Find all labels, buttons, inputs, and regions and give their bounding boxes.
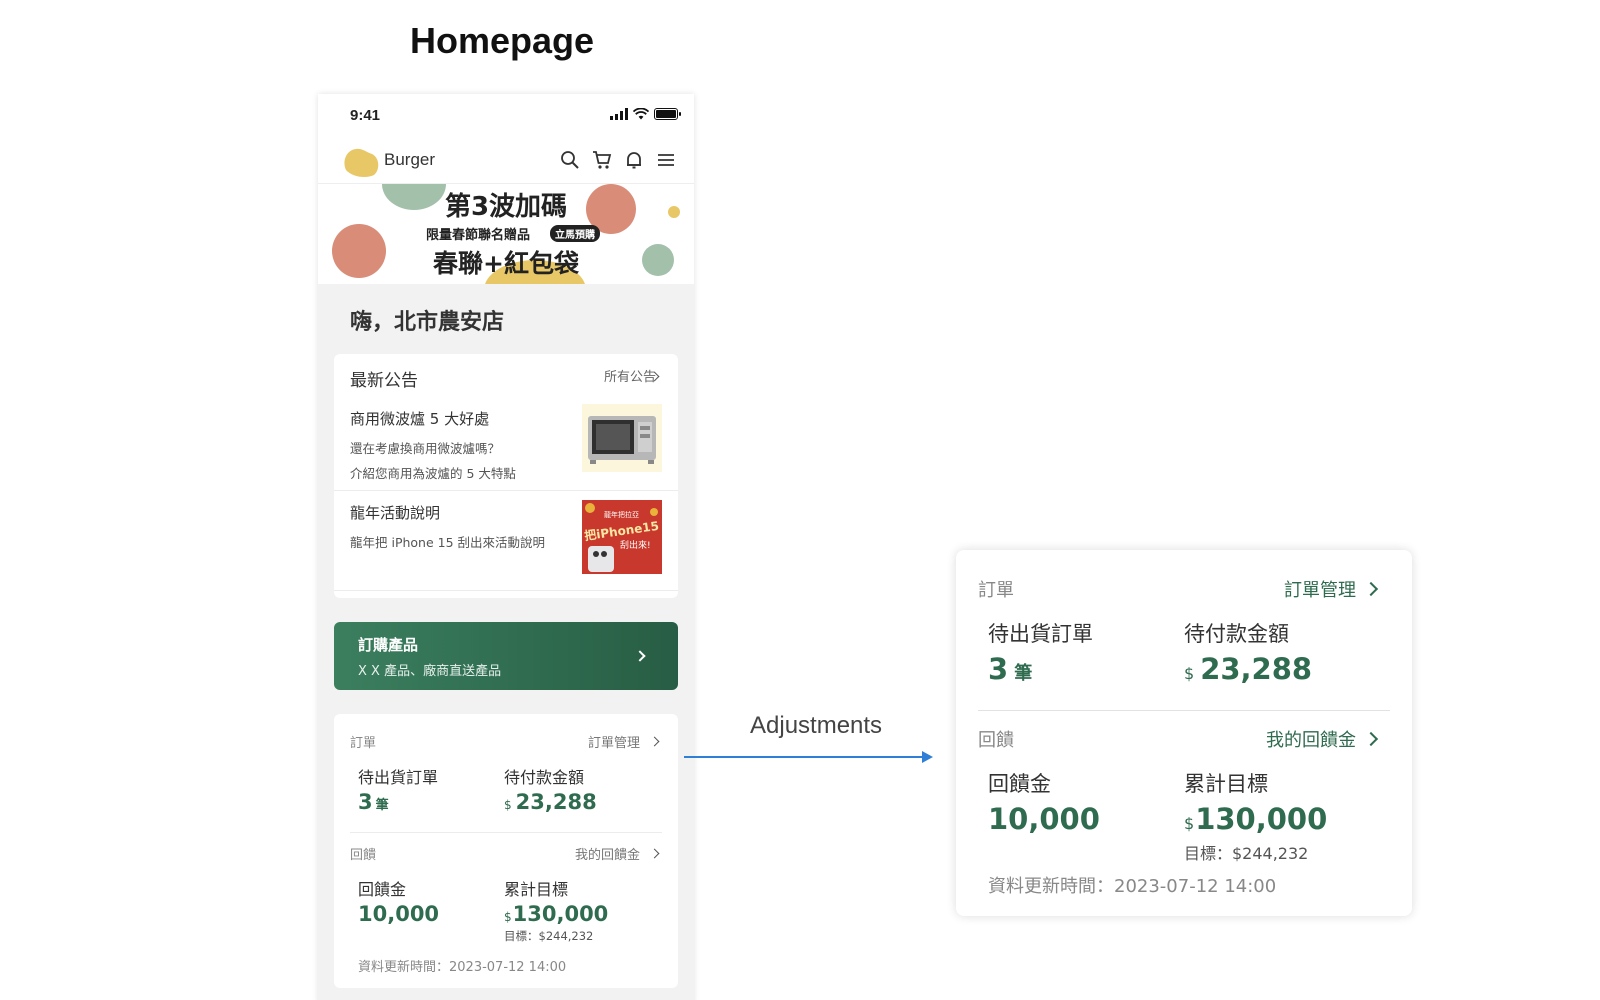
pending-payment-label: 待付款金額 (1184, 622, 1289, 646)
brand-name: Burger (384, 150, 436, 169)
announcements-title: 最新公告 (350, 371, 418, 391)
bell-icon[interactable] (624, 150, 644, 170)
divider (334, 490, 678, 491)
rebate-amount-label: 回饋金 (358, 880, 407, 899)
announcement-desc: 介紹您商用為波爐的 5 大特點 (350, 466, 516, 481)
banner-badge: 立馬預購 (550, 225, 600, 242)
cart-icon[interactable] (592, 150, 612, 170)
currency-symbol: $ (504, 798, 512, 812)
status-time: 9:41 (350, 107, 381, 124)
order-management-link[interactable]: 訂單管理 (1284, 576, 1356, 602)
pending-payment-value: $23,288 (1184, 652, 1312, 686)
adjustments-arrow-line (684, 756, 924, 758)
rebate-amount-value: 10,000 (358, 902, 440, 926)
all-announcements-link[interactable]: 所有公告 (604, 366, 656, 385)
chevron-right-icon (1363, 581, 1379, 597)
iphone-campaign-thumbnail: 龍年把拉亞 把iPhone15 刮出來! (582, 500, 662, 574)
currency-symbol: $ (1184, 664, 1195, 683)
orders-section-label: 訂單 (978, 580, 1014, 601)
pending-payment-amount: 23,288 (515, 790, 597, 814)
announcement-desc: 還在考慮換商用微波爐嗎？ (350, 441, 501, 456)
cumulative-target-label: 累計目標 (504, 880, 569, 899)
cumulative-amount: 130,000 (512, 902, 609, 926)
pending-shipment-value: 3筆 (358, 790, 389, 814)
announcement-item[interactable]: 商用微波爐 5 大好處 還在考慮換商用微波爐嗎？ 介紹您商用為波爐的 5 大特點 (334, 404, 678, 492)
promo-banner[interactable]: 第3波加碼 限量春節聯名贈品 立馬預購 春聯+紅包袋 (318, 184, 694, 284)
chevron-right-icon (649, 736, 660, 747)
divider (978, 710, 1390, 711)
divider (334, 590, 678, 591)
status-bar: 9:41 (318, 94, 694, 138)
my-rebate-link[interactable]: 我的回饋金 (1266, 726, 1356, 752)
divider (350, 832, 662, 833)
rebate-amount-value: 10,000 (988, 802, 1100, 836)
signal-icon (610, 108, 628, 120)
phone-mockup: 9:41 Burger 第3波加碼 限量春節聯名贈品 立馬預購 春聯+紅包袋 嗨… (318, 94, 694, 1000)
announcement-desc: 龍年把 iPhone 15 刮出來活動說明 (350, 535, 546, 550)
cumulative-target-value: $130,000 (1184, 802, 1327, 836)
banner-subline: 限量春節聯名贈品 (426, 228, 531, 243)
updated-time: 資料更新時間：2023-07-12 14:00 (988, 876, 1277, 897)
chevron-right-icon (634, 650, 646, 662)
order-products-title: 訂購產品 (358, 636, 419, 654)
pending-shipment-count: 3 (988, 652, 1009, 686)
cumulative-target-label: 累計目標 (1184, 772, 1268, 796)
app-bar-actions (560, 150, 676, 170)
thumb-text: 刮出來! (620, 541, 651, 551)
menu-icon[interactable] (656, 150, 676, 170)
pending-shipment-value: 3筆 (988, 652, 1032, 686)
microwave-thumbnail (582, 404, 662, 472)
announcement-title: 龍年活動說明 (350, 504, 441, 522)
currency-symbol: $ (1184, 814, 1195, 833)
thumb-text: 龍年把拉亞 (604, 511, 639, 519)
summary-card: 訂單 訂單管理 待出貨訂單 3筆 待付款金額 $23,288 回饋 我的回饋金 … (334, 714, 678, 988)
cumulative-amount: 130,000 (1195, 802, 1328, 836)
search-icon[interactable] (560, 150, 580, 170)
orders-section-label: 訂單 (350, 736, 377, 751)
store-greeting: 嗨，北市農安店 (350, 310, 505, 335)
pending-payment-amount: 23,288 (1200, 652, 1313, 686)
my-rebate-link[interactable]: 我的回饋金 (575, 844, 640, 863)
battery-icon (654, 108, 681, 120)
updated-time: 資料更新時間：2023-07-12 14:00 (358, 960, 567, 975)
count-unit: 筆 (1014, 663, 1033, 684)
count-unit: 筆 (375, 798, 389, 813)
rebate-section-label: 回饋 (978, 730, 1014, 751)
chevron-right-icon (649, 848, 660, 859)
pending-payment-value: $23,288 (504, 790, 597, 814)
order-products-button[interactable]: 訂購產品 X X 產品、廠商直送產品 (334, 622, 678, 690)
currency-symbol: $ (504, 910, 512, 924)
wifi-icon (633, 108, 649, 120)
order-management-link[interactable]: 訂單管理 (588, 732, 640, 751)
banner-headline: 第3波加碼 (444, 192, 568, 222)
target-text: 目標：$244,232 (504, 929, 594, 943)
announcement-item[interactable]: 龍年活動說明 龍年把 iPhone 15 刮出來活動說明 龍年把拉亞 把iPho… (334, 500, 678, 586)
announcements-card: 最新公告 所有公告 商用微波爐 5 大好處 還在考慮換商用微波爐嗎？ 介紹您商用… (334, 354, 678, 598)
rebate-amount-label: 回饋金 (988, 772, 1051, 796)
chevron-right-icon (1363, 731, 1379, 747)
pending-shipment-label: 待出貨訂單 (358, 768, 439, 787)
arrow-right-icon (922, 751, 933, 763)
summary-card-zoomed: 訂單 訂單管理 待出貨訂單 3筆 待付款金額 $23,288 回饋 我的回饋金 … (956, 550, 1412, 916)
pending-shipment-count: 3 (358, 790, 373, 814)
app-bar: Burger (318, 138, 694, 184)
cumulative-target-value: $130,000 (504, 902, 608, 926)
burger-logo-icon (344, 148, 379, 178)
pending-shipment-label: 待出貨訂單 (988, 622, 1093, 646)
announcement-title: 商用微波爐 5 大好處 (350, 410, 490, 428)
rebate-section-label: 回饋 (350, 848, 377, 863)
banner-tagline: 春聯+紅包袋 (433, 249, 579, 278)
target-text: 目標：$244,232 (1184, 844, 1309, 863)
order-products-subtitle: X X 產品、廠商直送產品 (358, 664, 502, 679)
status-icons (610, 108, 681, 120)
page-title: Homepage (410, 20, 595, 61)
pending-payment-label: 待付款金額 (504, 768, 585, 787)
adjustments-label: Adjustments (750, 712, 883, 739)
